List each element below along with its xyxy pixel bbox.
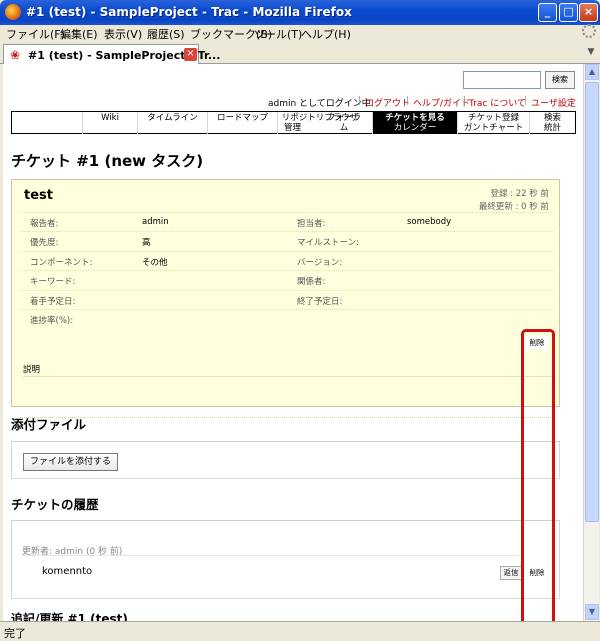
maximize-button[interactable]: □ — [559, 3, 578, 22]
version-label: バージョン: — [297, 257, 343, 268]
page-viewport: 検索 admin としてログイン中 | ログアウト | ヘルプ/ガイド | Tr… — [3, 64, 583, 621]
logout-link[interactable]: ログアウト — [365, 96, 410, 109]
window-title: #1 (test) - SampleProject - Trac - Mozil… — [26, 5, 352, 19]
minimize-button[interactable]: _ — [538, 3, 557, 22]
nav-item-view-tickets[interactable]: チケットを見る カレンダー — [372, 112, 457, 134]
separator: | — [463, 96, 467, 106]
separator: | — [524, 96, 528, 106]
separator: | — [358, 96, 362, 106]
cc-label: 関係者: — [297, 277, 326, 288]
nav-item-wiki[interactable]: Wiki — [82, 112, 137, 134]
status-text: 完了 — [4, 627, 26, 640]
tab-list-icon[interactable]: ▼ — [585, 47, 597, 61]
main-nav: Wiki タイムライン ロードマップ リポジトリブラウザ 管理 フォーラム チケッ… — [11, 111, 576, 134]
ticket-box: test 登録 : 22 秒 前 最終更新 : 0 秒 前 報告者: admin… — [11, 179, 560, 418]
divider — [22, 555, 518, 556]
reply-button[interactable]: 返信 — [500, 566, 522, 580]
ticket-summary: test — [24, 188, 53, 203]
search-input[interactable] — [463, 71, 541, 89]
property-row: 進捗率(%): — [20, 308, 553, 328]
window-titlebar: #1 (test) - SampleProject - Trac - Mozil… — [0, 0, 600, 25]
status-bar: 完了 — [0, 621, 600, 640]
attachments-heading: 添付ファイル — [11, 417, 87, 432]
trac-paw-icon: ❀ — [10, 48, 21, 62]
divider — [23, 376, 556, 377]
component-label: コンポーネント: — [30, 257, 93, 268]
page-title: チケット #1 (new タスク) — [11, 152, 204, 170]
separator: | — [406, 96, 410, 106]
edit-heading: 追記/更新 #1 (test) — [11, 612, 128, 621]
priority-label: 優先度: — [30, 238, 59, 249]
owner-value: somebody — [407, 217, 452, 227]
property-row: 報告者: admin 担当者: somebody — [20, 212, 553, 231]
ticket-status: (new タスク) — [104, 152, 204, 170]
menu-help[interactable]: ヘルプ(H) — [301, 26, 351, 42]
reporter-label: 報告者: — [30, 219, 59, 229]
tab-close-icon[interactable]: × — [184, 48, 197, 61]
nav-item-timeline[interactable]: タイムライン — [137, 112, 207, 134]
property-row: コンポーネント: その他 バージョン: — [20, 250, 553, 270]
nav-item-blank — [12, 112, 82, 134]
prefs-link[interactable]: ユーザ設定 — [531, 96, 576, 109]
tab-strip: ❀ #1 (test) - SampleProject - Tr... × ▼ — [0, 42, 600, 64]
component-value: その他 — [142, 257, 168, 268]
menu-tools[interactable]: ツール(T) — [254, 26, 302, 42]
firefox-icon — [5, 4, 21, 20]
divider — [20, 417, 553, 418]
attach-file-button[interactable]: ファイルを添付する — [23, 453, 119, 471]
help-link[interactable]: ヘルプ/ガイド — [413, 96, 470, 109]
progress-label: 進捗率(%): — [30, 315, 74, 326]
menu-edit[interactable]: 編集(E) — [60, 26, 98, 42]
menu-bar: ファイル(F) 編集(E) 表示(V) 履歴(S) ブックマーク(B) ツール(… — [0, 25, 600, 42]
change-comment: komennto — [42, 566, 93, 577]
start-date-label: 着手予定日: — [30, 296, 76, 307]
close-button[interactable]: × — [579, 3, 598, 22]
history-box — [11, 520, 560, 599]
property-row: 着手予定日: 終了予定日: — [20, 289, 553, 309]
scroll-thumb[interactable] — [585, 82, 599, 522]
logged-in-text: admin としてログイン中 — [268, 99, 371, 109]
property-row: キーワード: 関係者: — [20, 270, 553, 289]
vertical-scrollbar[interactable]: ▲ ▼ — [583, 64, 599, 621]
reporter-value: admin — [142, 217, 169, 227]
due-date-label: 終了予定日: — [297, 296, 343, 307]
menu-view[interactable]: 表示(V) — [104, 26, 142, 42]
history-heading: チケットの履歴 — [11, 497, 99, 512]
keywords-label: キーワード: — [30, 277, 76, 288]
ticket-dates: 登録 : 22 秒 前 最終更新 : 0 秒 前 — [479, 188, 549, 214]
menu-file[interactable]: ファイル(F) — [6, 26, 65, 42]
opened-date: 登録 : 22 秒 前 — [490, 189, 550, 199]
highlight-annotation — [521, 329, 555, 621]
property-row: 優先度: 高 マイルストーン: — [20, 231, 553, 250]
nav-item-new-ticket[interactable]: チケット登録 ガントチャート — [457, 112, 529, 134]
browser-tab[interactable]: ❀ #1 (test) - SampleProject - Tr... × — [3, 44, 220, 64]
scroll-up-icon[interactable]: ▲ — [585, 64, 599, 80]
priority-value: 高 — [142, 238, 151, 249]
owner-label: 担当者: — [297, 219, 326, 229]
scroll-down-icon[interactable]: ▼ — [585, 604, 599, 620]
description-label: 説明 — [23, 365, 41, 375]
nav-item-roadmap[interactable]: ロードマップ — [207, 112, 277, 134]
ticket-properties: 報告者: admin 担当者: somebody 優先度: 高 マイルストーン:… — [20, 212, 553, 328]
milestone-label: マイルストーン: — [297, 238, 359, 249]
nav-item-search[interactable]: 検索 統計 — [529, 112, 575, 134]
search-button[interactable]: 検索 — [545, 71, 575, 89]
nav-item-forum[interactable]: フォーラム — [312, 112, 362, 134]
menu-history[interactable]: 履歴(S) — [147, 26, 185, 42]
throbber-icon — [582, 24, 596, 38]
about-link[interactable]: Trac について — [469, 96, 526, 109]
